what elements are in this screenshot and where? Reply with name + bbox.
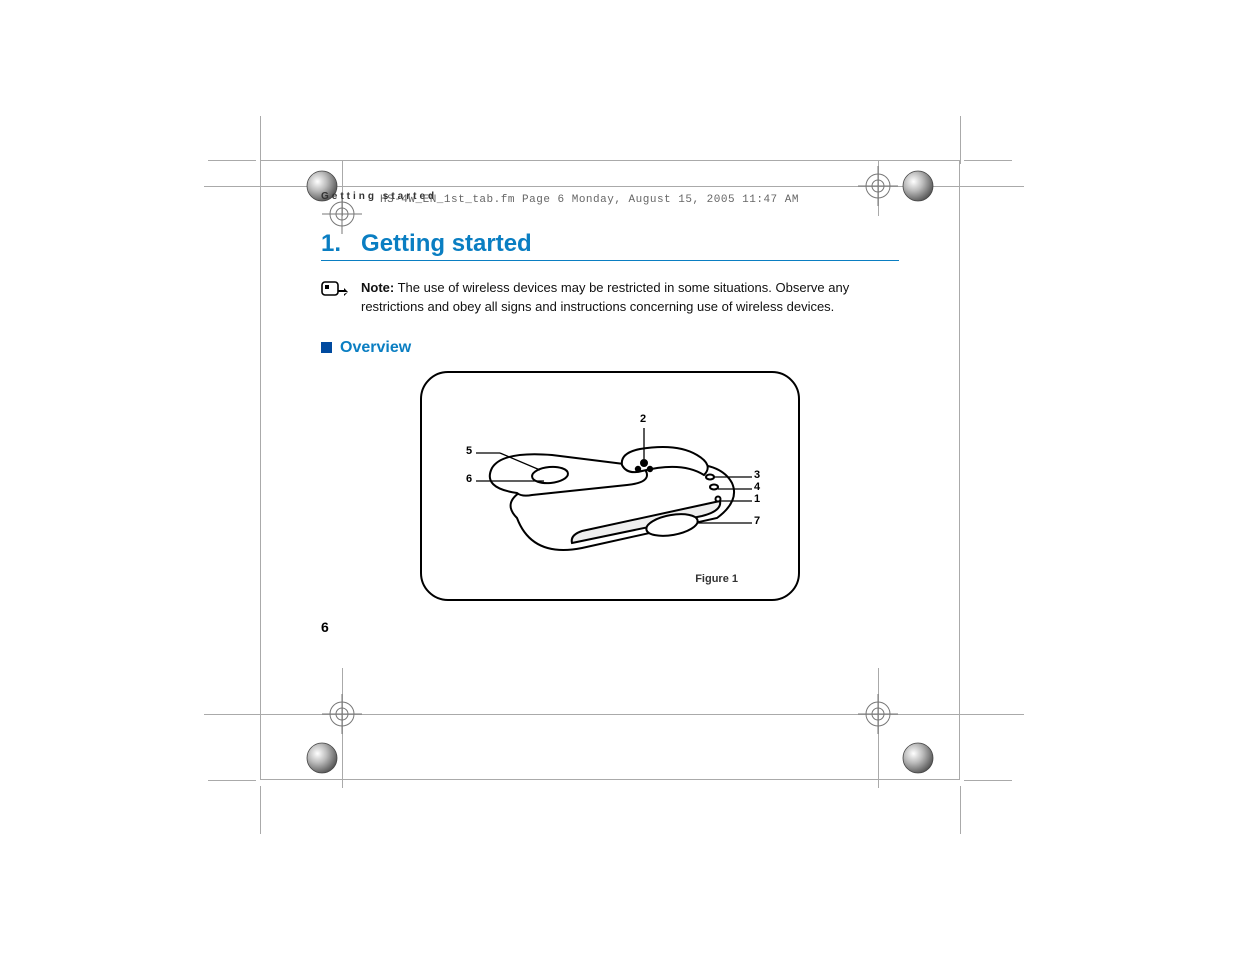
chapter-number: 1. [321, 230, 341, 257]
note-body: The use of wireless devices may be restr… [361, 280, 849, 314]
section-title: Overview [340, 339, 411, 357]
note-icon [321, 281, 349, 309]
callout-3: 3 [754, 469, 760, 481]
section-heading: Overview [321, 339, 899, 357]
callout-4: 4 [754, 481, 760, 493]
callout-6: 6 [466, 473, 472, 485]
section-bullet-icon [321, 342, 332, 353]
note-text: Note: The use of wireless devices may be… [361, 279, 899, 317]
document-page: Getting started 1. Getting started Note:… [260, 160, 960, 780]
chapter-title: Getting started [361, 230, 532, 257]
note-label: Note: [361, 280, 394, 295]
callout-1: 1 [754, 493, 760, 505]
note-block: Note: The use of wireless devices may be… [321, 279, 899, 317]
page-number: 6 [321, 619, 899, 635]
callout-5: 5 [466, 445, 472, 457]
figure-caption: Figure 1 [695, 573, 738, 585]
headset-illustration [422, 373, 802, 603]
running-head: Getting started [321, 191, 899, 202]
figure-box: 2 5 6 3 4 1 7 Figure 1 [420, 371, 800, 601]
callout-7: 7 [754, 515, 760, 527]
callout-2: 2 [640, 413, 646, 425]
chapter-heading: 1. Getting started [321, 230, 899, 261]
